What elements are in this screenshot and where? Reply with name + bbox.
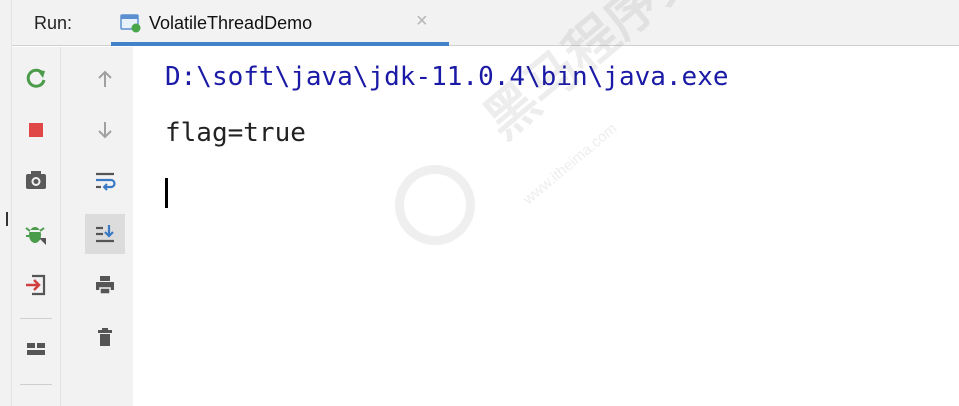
previous-occurrence-button[interactable]: [85, 59, 125, 99]
run-config-icon: [120, 13, 142, 33]
clear-all-button[interactable]: [85, 317, 125, 357]
login-import-icon: [26, 274, 46, 296]
layout-icon: [27, 343, 45, 355]
gutter-marker: [6, 212, 8, 226]
debug-button[interactable]: [16, 214, 56, 254]
camera-icon: [26, 171, 46, 189]
scroll-to-end-button[interactable]: [85, 214, 125, 254]
tab-volatile-thread-demo[interactable]: VolatileThreadDemo ×: [111, 0, 449, 46]
run-tool-window-header: Run: VolatileThreadDemo ×: [12, 0, 959, 46]
soft-wrap-icon: [96, 172, 116, 191]
restore-layout-button[interactable]: [16, 265, 56, 305]
rerun-button[interactable]: [16, 59, 56, 99]
tab-title: VolatileThreadDemo: [149, 13, 313, 33]
arrow-down-icon: [98, 122, 112, 139]
stop-button[interactable]: [16, 110, 56, 150]
editor-gutter: [0, 0, 12, 406]
rerun-icon: [26, 68, 46, 88]
scroll-to-end-icon: [96, 225, 114, 243]
debug-bug-icon: [25, 227, 46, 245]
dump-threads-button[interactable]: [16, 160, 56, 200]
close-icon[interactable]: ×: [416, 9, 428, 33]
toolbar-separator: [20, 318, 52, 319]
stop-icon: [29, 123, 43, 137]
console-output[interactable]: D:\soft\java\jdk-11.0.4\bin\java.exe fla…: [133, 47, 959, 406]
run-label: Run:: [34, 13, 73, 33]
toolbar-separator: [20, 384, 52, 385]
console-line-command: D:\soft\java\jdk-11.0.4\bin\java.exe: [165, 62, 729, 92]
text-caret: [165, 178, 168, 208]
arrow-up-icon: [98, 70, 112, 87]
layout-button[interactable]: [16, 329, 56, 369]
console-line-output: flag=true: [165, 118, 306, 148]
print-button[interactable]: [85, 265, 125, 305]
trash-icon: [98, 328, 112, 346]
next-occurrence-button[interactable]: [85, 110, 125, 150]
soft-wrap-button[interactable]: [85, 160, 125, 200]
print-icon: [96, 276, 114, 295]
toolbar-column-divider: [60, 47, 61, 406]
